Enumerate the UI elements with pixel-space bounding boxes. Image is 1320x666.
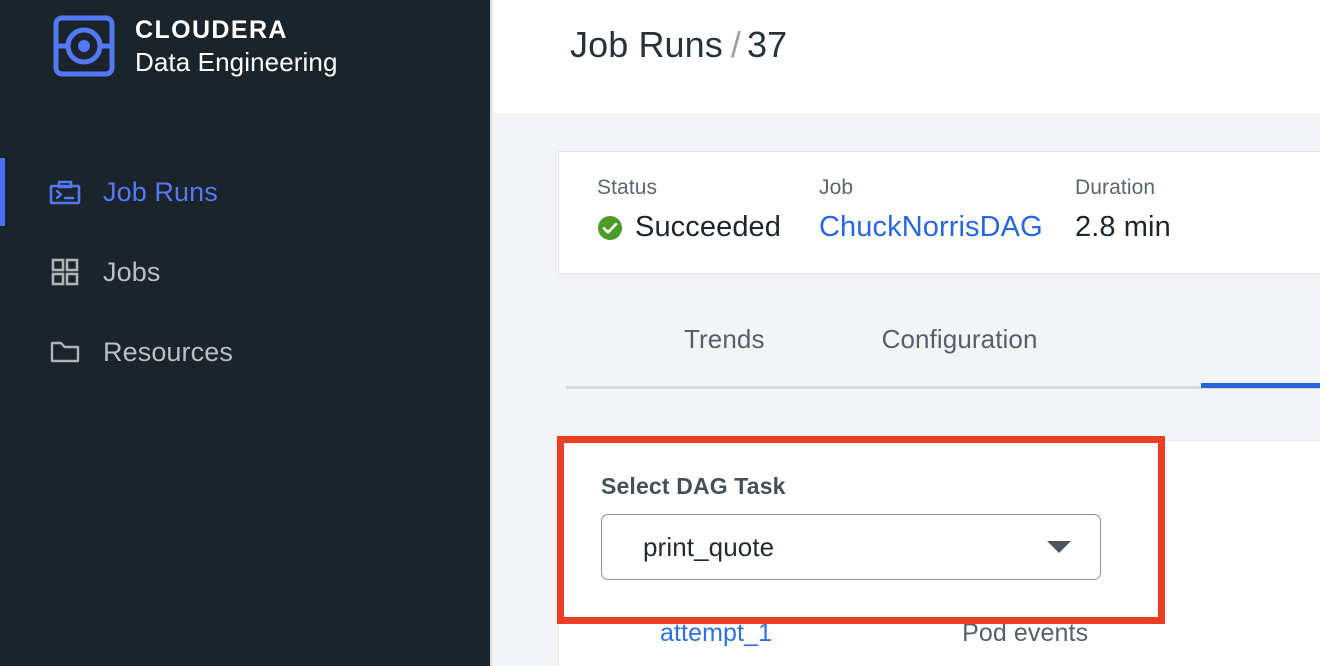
tab-bar: Trends Configuration — [566, 318, 1320, 389]
sidebar-item-resources[interactable]: Resources — [0, 318, 490, 386]
top-bar: Job Runs/37 — [494, 0, 1320, 113]
pod-events-label[interactable]: Pod events — [962, 619, 1088, 648]
tab-active-indicator — [1201, 383, 1320, 388]
brand-text: CLOUDERA Data Engineering — [135, 15, 338, 77]
sidebar-item-jobs[interactable]: Jobs — [0, 238, 490, 306]
status-label: Status — [597, 176, 658, 199]
attempt-link[interactable]: attempt_1 — [660, 619, 772, 648]
brand-title: CLOUDERA — [135, 15, 288, 44]
sidebar-item-label: Jobs — [103, 256, 161, 287]
summary-status: Status Succeeded — [559, 176, 819, 244]
main-content: Job Runs/37 Status Succeeded Job ChuckNo… — [494, 0, 1320, 666]
dag-task-select[interactable]: print_quote — [601, 514, 1101, 580]
dag-task-select-value: print_quote — [643, 531, 775, 562]
success-check-icon — [597, 215, 623, 241]
job-link[interactable]: ChuckNorrisDAG — [819, 211, 1075, 244]
sidebar-item-label: Job Runs — [103, 176, 218, 207]
resources-folder-icon — [48, 335, 82, 369]
breadcrumb-root[interactable]: Job Runs — [570, 24, 723, 65]
duration-value: 2.8 min — [1075, 211, 1171, 243]
summary-duration: Duration 2.8 min — [1075, 176, 1305, 244]
summary-job: Job ChuckNorrisDAG — [819, 176, 1075, 244]
duration-label: Duration — [1075, 176, 1156, 199]
jobs-grid-icon — [48, 255, 82, 289]
brand-subtitle: Data Engineering — [135, 46, 338, 77]
breadcrumb: Job Runs/37 — [570, 24, 787, 66]
cloudera-logo-icon — [52, 14, 116, 78]
tab-configuration[interactable]: Configuration — [882, 318, 1038, 355]
tab-list: Trends Configuration — [566, 318, 1320, 384]
breadcrumb-separator: / — [730, 24, 741, 65]
run-summary-card: Status Succeeded Job ChuckNorrisDAG Dura — [558, 151, 1320, 274]
attempt-row: attempt_1 Pod events — [601, 619, 1307, 648]
brand-header: CLOUDERA Data Engineering — [52, 14, 338, 78]
sidebar-item-job-runs[interactable]: Job Runs — [0, 158, 490, 226]
status-value-row: Succeeded — [597, 211, 819, 244]
sidebar-nav: Job Runs Jobs Resources — [0, 158, 490, 386]
status-badge: Succeeded — [635, 211, 782, 243]
tab-trends[interactable]: Trends — [684, 318, 765, 355]
sidebar-item-label: Resources — [103, 336, 233, 367]
dag-task-panel: Select DAG Task print_quote attempt_1 Po… — [558, 440, 1320, 666]
job-runs-terminal-icon — [48, 175, 82, 209]
select-dag-task-label: Select DAG Task — [601, 473, 786, 499]
app-root: CLOUDERA Data Engineering Job Runs Jobs … — [0, 0, 1320, 666]
sidebar: CLOUDERA Data Engineering Job Runs Jobs … — [0, 0, 492, 666]
breadcrumb-current: 37 — [747, 24, 788, 65]
job-label: Job — [819, 176, 854, 199]
chevron-down-icon — [1047, 541, 1071, 553]
